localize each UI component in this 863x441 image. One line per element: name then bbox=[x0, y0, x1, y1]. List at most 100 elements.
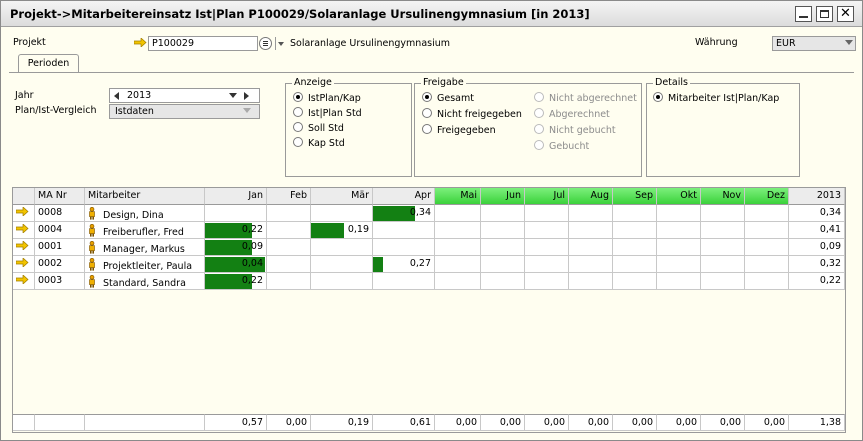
month-cell[interactable] bbox=[569, 205, 613, 222]
chevron-down-icon[interactable] bbox=[229, 93, 237, 98]
column-header[interactable]: Feb bbox=[267, 188, 311, 205]
month-cell[interactable] bbox=[657, 256, 701, 273]
month-cell[interactable] bbox=[701, 273, 745, 290]
month-cell[interactable] bbox=[745, 273, 789, 290]
link-arrow-icon[interactable] bbox=[15, 257, 29, 268]
radio-abgerechnet[interactable]: Abgerechnet bbox=[534, 108, 610, 120]
column-header[interactable]: Mai bbox=[435, 188, 481, 205]
radio-freigabe-freigegeben[interactable]: Freigegeben bbox=[422, 124, 496, 136]
radio-nicht-abgerechnet[interactable]: Nicht abgerechnet bbox=[534, 92, 637, 104]
waehrung-select[interactable]: EUR bbox=[772, 36, 856, 51]
next-year-icon[interactable] bbox=[244, 92, 249, 100]
month-cell[interactable] bbox=[745, 256, 789, 273]
month-cell[interactable]: 0,19 bbox=[311, 222, 373, 239]
column-header[interactable]: Okt bbox=[657, 188, 701, 205]
month-cell[interactable] bbox=[205, 205, 267, 222]
month-cell[interactable] bbox=[525, 273, 569, 290]
month-cell[interactable] bbox=[481, 256, 525, 273]
month-cell[interactable] bbox=[373, 239, 435, 256]
link-arrow-icon[interactable] bbox=[15, 274, 29, 285]
month-cell[interactable] bbox=[435, 222, 481, 239]
month-cell[interactable] bbox=[613, 239, 657, 256]
month-cell[interactable]: 0,22 bbox=[205, 222, 267, 239]
chevron-down-icon[interactable] bbox=[278, 42, 284, 46]
month-cell[interactable] bbox=[435, 239, 481, 256]
month-cell[interactable] bbox=[745, 239, 789, 256]
column-header[interactable]: Dez bbox=[745, 188, 789, 205]
month-cell[interactable]: 0,09 bbox=[205, 239, 267, 256]
radio-gebucht[interactable]: Gebucht bbox=[534, 140, 589, 152]
month-cell[interactable] bbox=[267, 239, 311, 256]
close-button[interactable]: ✕ bbox=[837, 6, 854, 22]
minimize-button[interactable] bbox=[795, 6, 812, 22]
month-cell[interactable] bbox=[481, 273, 525, 290]
column-header[interactable]: Sep bbox=[613, 188, 657, 205]
column-header[interactable]: Nov bbox=[701, 188, 745, 205]
month-cell[interactable]: 0,27 bbox=[373, 256, 435, 273]
column-header[interactable]: MA Nr bbox=[35, 188, 85, 205]
month-cell[interactable]: 0,22 bbox=[205, 273, 267, 290]
jahr-select[interactable]: 2013 bbox=[109, 88, 260, 103]
month-cell[interactable] bbox=[613, 256, 657, 273]
month-cell[interactable] bbox=[435, 256, 481, 273]
month-cell[interactable] bbox=[435, 273, 481, 290]
month-cell[interactable] bbox=[311, 273, 373, 290]
column-header[interactable]: Mitarbeiter bbox=[85, 188, 205, 205]
column-header[interactable] bbox=[13, 188, 35, 205]
month-cell[interactable] bbox=[701, 222, 745, 239]
radio-anzeige-soll-std[interactable]: Soll Std bbox=[293, 122, 344, 134]
month-cell[interactable] bbox=[311, 205, 373, 222]
month-cell[interactable] bbox=[267, 222, 311, 239]
row-link-cell[interactable] bbox=[13, 256, 35, 273]
radio-freigabe-nicht-freigegeben[interactable]: Nicht freigegeben bbox=[422, 108, 522, 120]
month-cell[interactable] bbox=[613, 273, 657, 290]
radio-anzeige-kap-std[interactable]: Kap Std bbox=[293, 137, 345, 149]
list-icon[interactable] bbox=[259, 37, 272, 50]
month-cell[interactable]: 0,04 bbox=[205, 256, 267, 273]
month-cell[interactable] bbox=[267, 205, 311, 222]
month-cell[interactable] bbox=[311, 256, 373, 273]
radio-nicht-gebucht[interactable]: Nicht gebucht bbox=[534, 124, 616, 136]
month-cell[interactable] bbox=[525, 222, 569, 239]
projekt-input[interactable]: P100029 bbox=[148, 36, 258, 51]
month-cell[interactable] bbox=[745, 222, 789, 239]
row-link-cell[interactable] bbox=[13, 239, 35, 256]
month-cell[interactable] bbox=[701, 239, 745, 256]
month-cell[interactable] bbox=[267, 273, 311, 290]
link-arrow-icon[interactable] bbox=[15, 223, 29, 234]
link-arrow-icon[interactable] bbox=[134, 38, 147, 47]
column-header[interactable]: Jan bbox=[205, 188, 267, 205]
row-link-cell[interactable] bbox=[13, 222, 35, 239]
link-arrow-icon[interactable] bbox=[15, 240, 29, 251]
prev-year-icon[interactable] bbox=[114, 92, 119, 100]
month-cell[interactable] bbox=[657, 239, 701, 256]
month-cell[interactable] bbox=[481, 205, 525, 222]
month-cell[interactable] bbox=[657, 273, 701, 290]
row-link-cell[interactable] bbox=[13, 273, 35, 290]
row-link-cell[interactable] bbox=[13, 205, 35, 222]
month-cell[interactable] bbox=[613, 222, 657, 239]
month-cell[interactable] bbox=[481, 222, 525, 239]
month-cell[interactable] bbox=[373, 222, 435, 239]
month-cell[interactable] bbox=[481, 239, 525, 256]
radio-freigabe-gesamt[interactable]: Gesamt bbox=[422, 92, 474, 104]
month-cell[interactable] bbox=[525, 205, 569, 222]
month-cell[interactable] bbox=[701, 256, 745, 273]
maximize-button[interactable] bbox=[816, 6, 833, 22]
month-cell[interactable] bbox=[657, 205, 701, 222]
month-cell[interactable] bbox=[525, 256, 569, 273]
column-header[interactable]: Mär bbox=[311, 188, 373, 205]
month-cell[interactable] bbox=[569, 222, 613, 239]
month-cell[interactable] bbox=[569, 273, 613, 290]
tab-perioden[interactable]: Perioden bbox=[18, 54, 79, 73]
vergleich-select[interactable]: Istdaten bbox=[109, 104, 260, 119]
month-cell[interactable]: 0,34 bbox=[373, 205, 435, 222]
month-cell[interactable] bbox=[569, 239, 613, 256]
month-cell[interactable] bbox=[267, 256, 311, 273]
radio-anzeige-istplan-kap[interactable]: IstPlan/Kap bbox=[293, 92, 361, 104]
month-cell[interactable] bbox=[525, 239, 569, 256]
month-cell[interactable] bbox=[311, 239, 373, 256]
radio-details-mitarbeiter[interactable]: Mitarbeiter Ist|Plan/Kap bbox=[653, 92, 779, 104]
column-header[interactable]: Jun bbox=[481, 188, 525, 205]
column-header[interactable]: 2013 bbox=[789, 188, 845, 205]
